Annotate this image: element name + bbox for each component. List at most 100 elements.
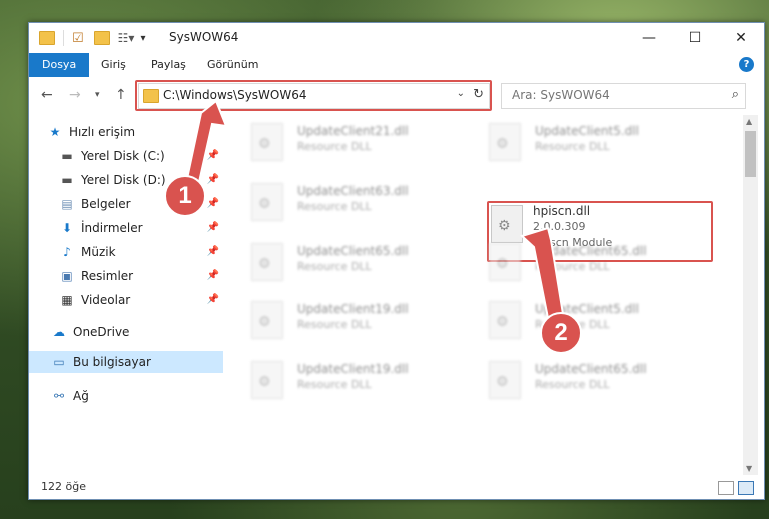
file-tile[interactable]: ⚙ UpdateClient63.dll Resource DLL (251, 181, 481, 233)
close-button[interactable]: ✕ (718, 23, 764, 53)
sidebar-item-label: Müzik (81, 245, 116, 259)
minimize-button[interactable]: — (626, 23, 672, 53)
dll-file-icon: ⚙ (489, 123, 521, 161)
quick-access-toolbar: ☑ ☷▾ ▾ (39, 29, 145, 47)
documents-icon: ▤ (61, 197, 73, 211)
sidebar-item-onedrive[interactable]: ☁ OneDrive (51, 321, 223, 343)
search-icon[interactable]: ⌕ (732, 87, 739, 102)
gear-icon: ⚙ (258, 314, 271, 330)
gear-icon: ⚙ (496, 314, 509, 330)
tab-view[interactable]: Görünüm (207, 53, 258, 77)
music-icon: ♪ (63, 245, 71, 259)
computer-icon: ▭ (53, 355, 65, 369)
file-type: Resource DLL (297, 318, 372, 331)
file-name: UpdateClient65.dll (535, 244, 647, 258)
sidebar-item-quick-access[interactable]: ★ Hızlı erişim (47, 121, 223, 143)
explorer-window: ☑ ☷▾ ▾ SysWOW64 — ☐ ✕ Dosya Giriş Paylaş… (28, 22, 765, 500)
file-tile[interactable]: ⚙ UpdateClient19.dll Resource DLL (251, 299, 481, 351)
details-view-icon[interactable] (718, 481, 734, 495)
dll-file-icon: ⚙ (251, 123, 283, 161)
pin-icon[interactable]: 📌 (207, 270, 219, 281)
file-name: UpdateClient65.dll (535, 362, 647, 376)
sidebar-item-label: Yerel Disk (D:) (81, 173, 166, 187)
view-options-icon[interactable]: ☷▾ (118, 31, 135, 45)
sidebar-item-label: Yerel Disk (C:) (81, 149, 165, 163)
network-icon: ⚯ (53, 389, 65, 403)
sidebar-item-downloads[interactable]: ⬇ İndirmeler 📌 (59, 217, 223, 239)
recent-locations-chevron-icon[interactable]: ▾ (95, 90, 100, 100)
file-tile[interactable]: ⚙ UpdateClient21.dll Resource DLL (251, 121, 481, 173)
file-type: Resource DLL (535, 378, 610, 391)
file-name: UpdateClient63.dll (297, 184, 409, 198)
dll-file-icon: ⚙ (251, 183, 283, 221)
tab-file[interactable]: Dosya (29, 53, 90, 77)
file-name: UpdateClient19.dll (297, 302, 409, 316)
gear-icon: ⚙ (496, 256, 509, 272)
pin-icon[interactable]: 📌 (207, 222, 219, 233)
sidebar-item-videos[interactable]: ▦ Videolar 📌 (59, 289, 223, 311)
back-arrow-icon[interactable]: ← (41, 87, 53, 103)
star-icon: ★ (49, 125, 61, 139)
pin-icon[interactable]: 📌 (207, 246, 219, 257)
scroll-up-icon[interactable]: ▲ (746, 117, 752, 126)
properties-icon[interactable]: ☑ (72, 31, 84, 46)
folder-icon (39, 31, 55, 45)
file-tile[interactable]: ⚙ UpdateClient5.dll Resource DLL (489, 299, 719, 351)
file-tile[interactable]: ⚙ UpdateClient19.dll Resource DLL (251, 359, 481, 411)
gear-icon: ⚙ (258, 256, 271, 272)
sidebar-item-label: Videolar (81, 293, 131, 307)
search-box[interactable]: ⌕ (501, 83, 746, 109)
file-tile[interactable]: ⚙ UpdateClient65.dll Resource DLL (251, 241, 481, 293)
scroll-thumb[interactable] (745, 131, 756, 177)
ribbon-tabs: Dosya Giriş Paylaş Görünüm ? (29, 53, 764, 78)
sidebar-item-label: OneDrive (73, 325, 130, 339)
pictures-icon: ▣ (61, 269, 73, 283)
dll-file-icon: ⚙ (251, 243, 283, 281)
gear-icon: ⚙ (496, 374, 509, 390)
file-tile[interactable]: ⚙ UpdateClient65.dll Resource DLL (489, 359, 719, 411)
dll-file-icon: ⚙ (489, 243, 521, 281)
title-bar: ☑ ☷▾ ▾ SysWOW64 — ☐ ✕ (29, 23, 764, 53)
search-input[interactable] (510, 87, 714, 103)
pin-icon[interactable]: 📌 (207, 174, 219, 185)
up-arrow-icon[interactable]: ↑ (115, 87, 127, 103)
navigation-pane: ★ Hızlı erişim ▬ Yerel Disk (C:) 📌 ▬ Yer… (29, 115, 223, 475)
file-tile[interactable]: ⚙ UpdateClient5.dll Resource DLL (489, 121, 719, 173)
sidebar-item-label: Bu bilgisayar (73, 355, 151, 369)
pin-icon[interactable]: 📌 (207, 198, 219, 209)
cloud-icon: ☁ (53, 325, 65, 339)
sidebar-item-disk-c[interactable]: ▬ Yerel Disk (C:) 📌 (59, 145, 223, 167)
gear-icon: ⚙ (496, 136, 509, 152)
new-folder-icon[interactable] (93, 31, 110, 45)
disk-icon: ▬ (61, 173, 73, 187)
scroll-down-icon[interactable]: ▼ (746, 464, 752, 473)
file-tile[interactable]: ⚙ UpdateClient65.dll Resource DLL (489, 241, 719, 293)
file-name: UpdateClient21.dll (297, 124, 409, 138)
sidebar-item-this-pc[interactable]: ▭ Bu bilgisayar (29, 351, 223, 373)
file-name: UpdateClient19.dll (297, 362, 409, 376)
dll-file-icon: ⚙ (489, 361, 521, 399)
forward-arrow-icon[interactable]: → (69, 87, 81, 103)
file-type: Resource DLL (535, 260, 610, 273)
sidebar-item-network[interactable]: ⚯ Ağ (51, 385, 223, 407)
vertical-scrollbar[interactable]: ▲ ▼ (743, 115, 758, 475)
sidebar-item-pictures[interactable]: ▣ Resimler 📌 (59, 265, 223, 287)
file-type: Resource DLL (297, 260, 372, 273)
step-badge-1: 1 (164, 175, 206, 217)
pin-icon[interactable]: 📌 (207, 150, 219, 161)
address-highlight-box (135, 80, 492, 111)
sidebar-item-label: Hızlı erişim (69, 125, 136, 139)
tab-home[interactable]: Giriş (101, 53, 126, 77)
tab-share[interactable]: Paylaş (151, 53, 186, 77)
sidebar-item-music[interactable]: ♪ Müzik 📌 (59, 241, 223, 263)
sidebar-item-label: İndirmeler (81, 221, 143, 235)
window-title: SysWOW64 (169, 30, 239, 44)
sidebar-item-label: Ağ (73, 389, 89, 403)
pin-icon[interactable]: 📌 (207, 294, 219, 305)
large-icons-view-icon[interactable] (738, 481, 754, 495)
help-icon[interactable]: ? (739, 57, 754, 72)
file-type: Resource DLL (297, 378, 372, 391)
maximize-button[interactable]: ☐ (672, 23, 718, 53)
customize-toolbar-icon[interactable]: ▾ (140, 33, 145, 44)
file-type: Resource DLL (297, 200, 372, 213)
